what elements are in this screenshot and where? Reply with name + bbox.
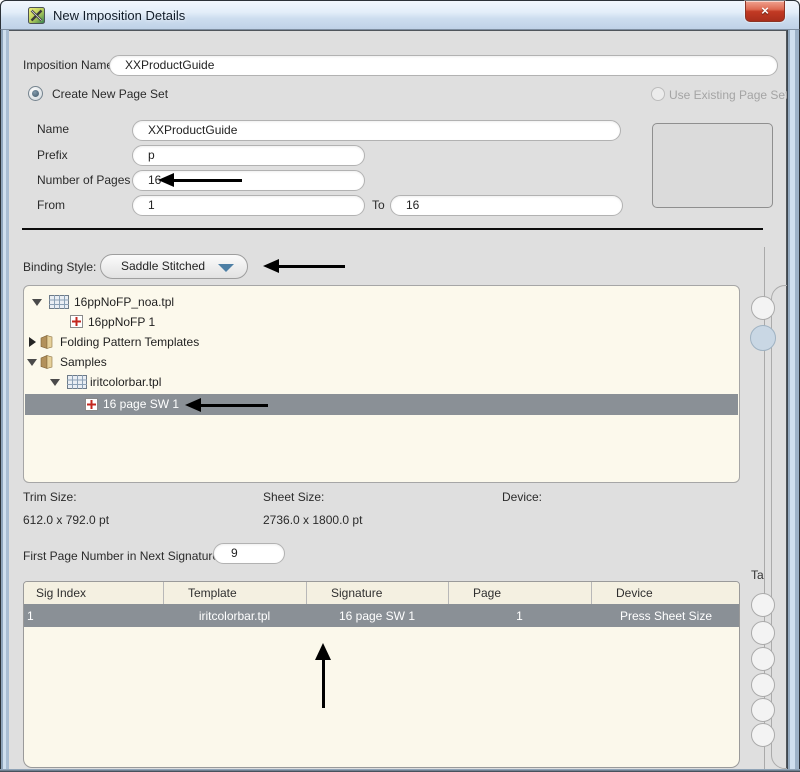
tree-expand-caret-icon[interactable] xyxy=(50,379,60,386)
section-divider xyxy=(22,228,763,230)
binding-style-label: Binding Style: xyxy=(23,260,96,274)
device-label: Device: xyxy=(502,490,542,504)
column-header-page[interactable]: Page xyxy=(448,582,591,604)
rail-button-8[interactable] xyxy=(751,723,775,747)
folder-icon xyxy=(39,334,54,350)
table-row-selected[interactable]: 1 iritcolorbar.tpl 16 page SW 1 1 Press … xyxy=(24,604,739,627)
annotation-arrow-tree-selection xyxy=(201,404,268,407)
number-of-pages-label: Number of Pages xyxy=(37,173,130,187)
template-grid-icon xyxy=(49,295,69,309)
signature-table: Sig Index Template Signature Page Device… xyxy=(23,581,740,768)
rail-button-4[interactable] xyxy=(751,621,775,645)
cell-sig-index: 1 xyxy=(24,609,163,623)
imposition-name-label: Imposition Name xyxy=(23,58,113,72)
title-bar: New Imposition Details × xyxy=(0,0,800,30)
first-page-next-signature-input[interactable]: 9 xyxy=(213,543,285,564)
create-new-page-set-radio[interactable] xyxy=(28,86,43,101)
tree-item-label: Folding Pattern Templates xyxy=(60,335,199,349)
imposition-name-input[interactable]: XXProductGuide xyxy=(109,55,778,76)
column-header-device[interactable]: Device xyxy=(591,582,740,604)
use-existing-page-set-label: Use Existing Page Set xyxy=(669,88,788,102)
column-header-template[interactable]: Template xyxy=(163,582,306,604)
tree-collapse-caret-icon[interactable] xyxy=(29,337,36,347)
first-page-next-signature-label: First Page Number in Next Signature: xyxy=(23,549,222,563)
window-title: New Imposition Details xyxy=(53,8,185,23)
signature-table-header: Sig Index Template Signature Page Device xyxy=(24,582,739,604)
annotation-arrow-number-of-pages xyxy=(174,179,242,182)
window-border-left xyxy=(0,29,9,770)
use-existing-page-set-radio[interactable] xyxy=(651,87,665,101)
close-icon: × xyxy=(761,3,769,18)
trim-size-label: Trim Size: xyxy=(23,490,77,504)
chevron-down-icon xyxy=(218,264,234,272)
binding-style-dropdown[interactable]: Saddle Stitched xyxy=(100,254,248,279)
tree-item-signature[interactable]: 16ppNoFP 1 xyxy=(24,312,739,332)
from-input[interactable]: 1 xyxy=(132,195,365,216)
tree-item-folding-pattern-templates[interactable]: Folding Pattern Templates xyxy=(24,332,739,352)
column-header-signature[interactable]: Signature xyxy=(306,582,448,604)
prefix-label: Prefix xyxy=(37,148,68,162)
tree-item-16-page-sw-1-selected[interactable]: 16 page SW 1 xyxy=(25,394,738,415)
close-button[interactable]: × xyxy=(745,1,785,22)
trim-size-value: 612.0 x 792.0 pt xyxy=(23,513,109,527)
name-input[interactable]: XXProductGuide xyxy=(132,120,621,141)
binding-style-value: Saddle Stitched xyxy=(121,259,205,273)
to-input[interactable]: 16 xyxy=(390,195,623,216)
template-grid-icon xyxy=(67,375,87,389)
page-set-preview xyxy=(652,123,773,208)
cell-template: iritcolorbar.tpl xyxy=(163,609,306,623)
column-header-sig-index[interactable]: Sig Index xyxy=(24,582,163,604)
sheet-size-value: 2736.0 x 1800.0 pt xyxy=(263,513,362,527)
tree-expand-caret-icon[interactable] xyxy=(32,299,42,306)
window-border-right xyxy=(787,29,800,770)
tree-item-label: 16 page SW 1 xyxy=(103,397,179,411)
create-new-page-set-label: Create New Page Set xyxy=(52,87,168,101)
cell-page: 1 xyxy=(448,609,591,623)
rail-button-7[interactable] xyxy=(751,698,775,722)
rail-button-3[interactable] xyxy=(751,593,775,617)
tree-item-label: 16ppNoFP 1 xyxy=(88,315,155,329)
tree-item-iritcolorbar[interactable]: iritcolorbar.tpl xyxy=(24,372,739,392)
cell-device: Press Sheet Size xyxy=(591,609,740,623)
template-tree: 16ppNoFP_noa.tpl 16ppNoFP 1 Folding Patt… xyxy=(23,285,740,483)
folder-icon xyxy=(39,354,54,370)
signature-icon xyxy=(70,315,83,328)
rail-button-2[interactable] xyxy=(750,325,776,351)
tree-expand-caret-icon[interactable] xyxy=(27,359,37,366)
from-label: From xyxy=(37,198,65,212)
tree-item-samples[interactable]: Samples xyxy=(24,352,739,372)
rail-button-6[interactable] xyxy=(751,673,775,697)
tree-item-label: 16ppNoFP_noa.tpl xyxy=(74,295,174,309)
rail-button-1[interactable] xyxy=(751,296,775,320)
sheet-size-label: Sheet Size: xyxy=(263,490,324,504)
tree-item-label: iritcolorbar.tpl xyxy=(90,375,161,389)
cell-signature: 16 page SW 1 xyxy=(306,609,448,623)
annotation-arrow-binding-style xyxy=(279,265,345,268)
to-label: To xyxy=(372,198,385,212)
app-icon xyxy=(28,7,45,24)
annotation-arrow-table-row xyxy=(322,660,325,708)
name-label: Name xyxy=(37,122,69,136)
tree-item-label: Samples xyxy=(60,355,107,369)
tree-item-template[interactable]: 16ppNoFP_noa.tpl xyxy=(24,292,739,312)
prefix-input[interactable]: p xyxy=(132,145,365,166)
signature-icon xyxy=(85,398,98,411)
rail-truncated-label: Ta xyxy=(751,568,764,582)
rail-button-5[interactable] xyxy=(751,647,775,671)
